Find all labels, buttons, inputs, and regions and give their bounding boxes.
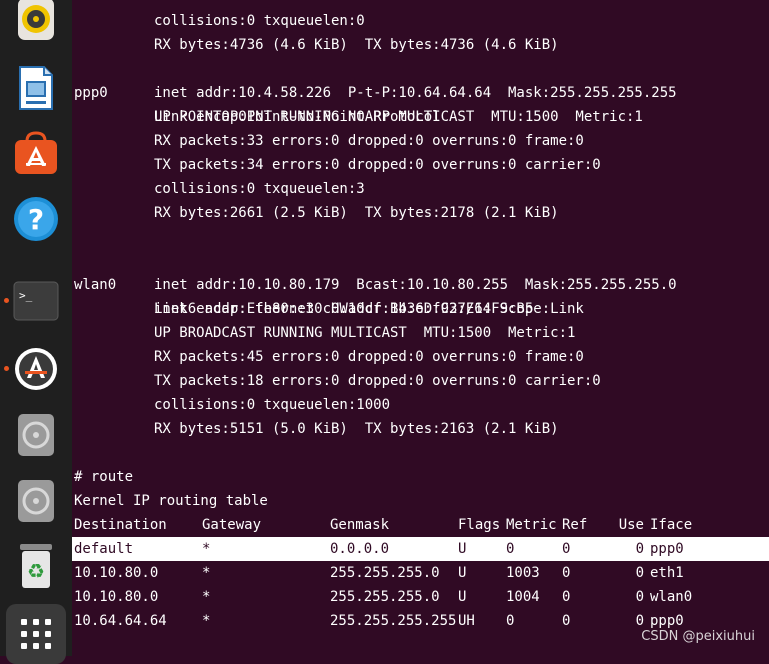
col-use: Use bbox=[618, 517, 644, 533]
terminal-output[interactable]: collisions:0 txqueuelen:0 RX bytes:4736 … bbox=[72, 0, 769, 656]
route-table-header: Destination Gateway Genmask Flags Metric… bbox=[74, 513, 692, 537]
output-line: collisions:0 txqueuelen:0 bbox=[154, 13, 365, 29]
col-metric: Metric bbox=[506, 517, 557, 533]
updater-running-indicator bbox=[4, 366, 9, 371]
col-genmask: Genmask bbox=[330, 517, 390, 533]
dock: ? >_ ♻ bbox=[0, 0, 72, 664]
route-row: 10.10.80.0 * 255.255.255.0 U 1003 0 0 et… bbox=[74, 565, 684, 581]
software-updater-icon[interactable] bbox=[12, 345, 60, 393]
route-row-selected: default * 0.0.0.0 U 0 0 0 ppp0 bbox=[72, 537, 769, 561]
ubuntu-software-icon[interactable] bbox=[12, 130, 60, 178]
output-line: RX bytes:4736 (4.6 KiB) TX bytes:4736 (4… bbox=[154, 37, 559, 53]
libreoffice-impress-icon[interactable] bbox=[12, 64, 60, 112]
route-row: 10.64.64.64 * 255.255.255.255 UH 0 0 0 p… bbox=[74, 613, 684, 629]
disc-icon-2[interactable] bbox=[12, 477, 60, 525]
col-ref: Ref bbox=[562, 517, 588, 533]
svg-text:?: ? bbox=[28, 203, 44, 236]
trash-icon[interactable]: ♻ bbox=[12, 542, 60, 590]
disc-icon[interactable] bbox=[12, 411, 60, 459]
col-iface: Iface bbox=[650, 517, 693, 533]
shell-prompt[interactable]: # bbox=[74, 632, 131, 656]
wlan0-header-line: wlan0 Link encap:Ethernet HWaddr B4:6D:C… bbox=[74, 249, 533, 317]
terminal-running-indicator bbox=[4, 298, 9, 303]
col-flags: Flags bbox=[458, 517, 501, 533]
help-icon[interactable]: ? bbox=[12, 195, 60, 243]
terminal-icon[interactable]: >_ bbox=[12, 277, 60, 325]
route-row: 10.10.80.0 * 255.255.255.0 U 1004 0 0 wl… bbox=[74, 589, 693, 605]
ppp0-header-line: ppp0 Link encap:Point-to-Point Protocol bbox=[74, 57, 441, 125]
col-gateway: Gateway bbox=[202, 517, 262, 533]
rhythmbox-icon[interactable] bbox=[12, 0, 60, 44]
route-command: # route bbox=[74, 469, 134, 485]
show-applications-icon[interactable] bbox=[6, 604, 66, 664]
interface-name: wlan0 bbox=[74, 277, 117, 293]
route-table-title: Kernel IP routing table bbox=[74, 493, 268, 509]
watermark: CSDN @peixiuhui bbox=[641, 629, 755, 644]
interface-name: ppp0 bbox=[74, 85, 108, 101]
col-destination: Destination bbox=[74, 517, 167, 533]
svg-text:♻: ♻ bbox=[27, 559, 45, 583]
svg-text:>_: >_ bbox=[19, 289, 33, 302]
